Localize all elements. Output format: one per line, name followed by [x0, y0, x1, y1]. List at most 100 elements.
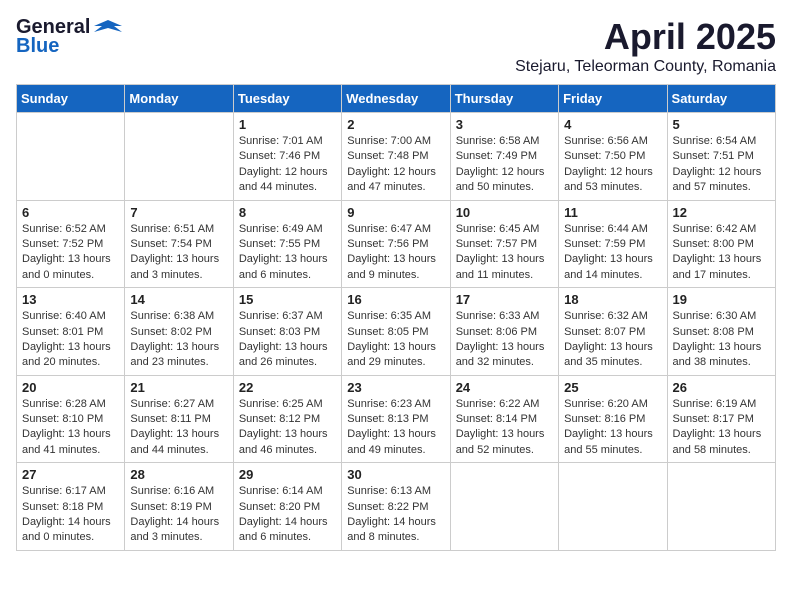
title-block: April 2025 Stejaru, Teleorman County, Ro… [515, 16, 776, 76]
calendar-week-2: 6 Sunrise: 6:52 AMSunset: 7:52 PMDaylight… [17, 200, 776, 288]
day-info: Sunrise: 6:58 AMSunset: 7:49 PMDaylight:… [456, 134, 553, 196]
day-info: Sunrise: 6:56 AMSunset: 7:50 PMDaylight:… [564, 134, 661, 196]
calendar-cell: 20Sunrise: 6:28 AMSunset: 8:10 PMDayligh… [17, 375, 125, 463]
calendar-cell: 28 Sunrise: 6:16 AMSunset: 8:19 PMDayligh… [125, 463, 233, 551]
calendar-cell: 18 Sunrise: 6:32 AMSunset: 8:07 PMDayligh… [559, 288, 667, 376]
calendar-week-3: 13 Sunrise: 6:40 AMSunset: 8:01 PMDayligh… [17, 288, 776, 376]
day-info: Sunrise: 6:14 AMSunset: 8:20 PMDaylight:… [239, 484, 336, 546]
calendar-cell: 3 Sunrise: 6:58 AMSunset: 7:49 PMDaylight… [450, 113, 558, 201]
day-info: Sunrise: 6:22 AMSunset: 8:14 PMDaylight:… [456, 397, 553, 459]
day-info: Sunrise: 6:27 AMSunset: 8:11 PMDaylight:… [130, 397, 227, 459]
calendar-cell: 6 Sunrise: 6:52 AMSunset: 7:52 PMDaylight… [17, 200, 125, 288]
day-number: 30 [347, 467, 444, 482]
calendar-cell [667, 463, 775, 551]
day-info: Sunrise: 6:40 AMSunset: 8:01 PMDaylight:… [22, 309, 119, 371]
day-info: Sunrise: 6:42 AMSunset: 8:00 PMDaylight:… [673, 222, 770, 284]
calendar-cell: 11 Sunrise: 6:44 AMSunset: 7:59 PMDayligh… [559, 200, 667, 288]
calendar-cell: 23 Sunrise: 6:23 AMSunset: 8:13 PMDayligh… [342, 375, 450, 463]
day-number: 25 [564, 380, 661, 395]
calendar-cell: 25 Sunrise: 6:20 AMSunset: 8:16 PMDayligh… [559, 375, 667, 463]
calendar-cell: 24 Sunrise: 6:22 AMSunset: 8:14 PMDayligh… [450, 375, 558, 463]
calendar-cell: 26 Sunrise: 6:19 AMSunset: 8:17 PMDayligh… [667, 375, 775, 463]
column-header-wednesday: Wednesday [342, 85, 450, 113]
day-info: Sunrise: 6:13 AMSunset: 8:22 PMDaylight:… [347, 484, 444, 546]
column-header-thursday: Thursday [450, 85, 558, 113]
day-info: Sunrise: 6:51 AMSunset: 7:54 PMDaylight:… [130, 222, 227, 284]
calendar-week-5: 27 Sunrise: 6:17 AMSunset: 8:18 PMDayligh… [17, 463, 776, 551]
day-number: 6 [22, 205, 119, 220]
day-number: 21 [130, 380, 227, 395]
calendar-cell: 30 Sunrise: 6:13 AMSunset: 8:22 PMDayligh… [342, 463, 450, 551]
day-info: Sunrise: 6:44 AMSunset: 7:59 PMDaylight:… [564, 222, 661, 284]
calendar-cell: 4 Sunrise: 6:56 AMSunset: 7:50 PMDaylight… [559, 113, 667, 201]
day-number: 4 [564, 117, 661, 132]
calendar-cell: 14Sunrise: 6:38 AMSunset: 8:02 PMDayligh… [125, 288, 233, 376]
column-header-friday: Friday [559, 85, 667, 113]
day-number: 2 [347, 117, 444, 132]
calendar-cell: 15 Sunrise: 6:37 AMSunset: 8:03 PMDayligh… [233, 288, 341, 376]
day-number: 19 [673, 292, 770, 307]
day-info: Sunrise: 6:23 AMSunset: 8:13 PMDaylight:… [347, 397, 444, 459]
day-number: 7 [130, 205, 227, 220]
calendar-cell: 5 Sunrise: 6:54 AMSunset: 7:51 PMDaylight… [667, 113, 775, 201]
day-info: Sunrise: 6:19 AMSunset: 8:17 PMDaylight:… [673, 397, 770, 459]
logo-bird-icon [94, 18, 122, 38]
day-number: 15 [239, 292, 336, 307]
day-number: 16 [347, 292, 444, 307]
day-info: Sunrise: 6:33 AMSunset: 8:06 PMDaylight:… [456, 309, 553, 371]
day-number: 3 [456, 117, 553, 132]
day-number: 13 [22, 292, 119, 307]
calendar-header-row: SundayMondayTuesdayWednesdayThursdayFrid… [17, 85, 776, 113]
page-header: General Blue April 2025 Stejaru, Teleorm… [16, 16, 776, 76]
day-number: 18 [564, 292, 661, 307]
day-info: Sunrise: 6:20 AMSunset: 8:16 PMDaylight:… [564, 397, 661, 459]
calendar-cell: 27 Sunrise: 6:17 AMSunset: 8:18 PMDayligh… [17, 463, 125, 551]
day-info: Sunrise: 6:17 AMSunset: 8:18 PMDaylight:… [22, 484, 119, 546]
calendar-cell: 29 Sunrise: 6:14 AMSunset: 8:20 PMDayligh… [233, 463, 341, 551]
day-number: 5 [673, 117, 770, 132]
day-info: Sunrise: 6:30 AMSunset: 8:08 PMDaylight:… [673, 309, 770, 371]
day-number: 24 [456, 380, 553, 395]
day-number: 22 [239, 380, 336, 395]
day-info: Sunrise: 6:35 AMSunset: 8:05 PMDaylight:… [347, 309, 444, 371]
day-number: 28 [130, 467, 227, 482]
day-info: Sunrise: 6:45 AMSunset: 7:57 PMDaylight:… [456, 222, 553, 284]
column-header-saturday: Saturday [667, 85, 775, 113]
day-number: 12 [673, 205, 770, 220]
day-info: Sunrise: 6:54 AMSunset: 7:51 PMDaylight:… [673, 134, 770, 196]
day-number: 11 [564, 205, 661, 220]
day-number: 17 [456, 292, 553, 307]
day-info: Sunrise: 6:16 AMSunset: 8:19 PMDaylight:… [130, 484, 227, 546]
day-info: Sunrise: 6:37 AMSunset: 8:03 PMDaylight:… [239, 309, 336, 371]
calendar-cell: 17 Sunrise: 6:33 AMSunset: 8:06 PMDayligh… [450, 288, 558, 376]
day-info: Sunrise: 6:28 AMSunset: 8:10 PMDaylight:… [22, 397, 119, 459]
calendar-week-4: 20Sunrise: 6:28 AMSunset: 8:10 PMDayligh… [17, 375, 776, 463]
day-number: 8 [239, 205, 336, 220]
column-header-tuesday: Tuesday [233, 85, 341, 113]
day-number: 27 [22, 467, 119, 482]
day-info: Sunrise: 6:52 AMSunset: 7:52 PMDaylight:… [22, 222, 119, 284]
day-info: Sunrise: 6:47 AMSunset: 7:56 PMDaylight:… [347, 222, 444, 284]
calendar-cell: 2 Sunrise: 7:00 AMSunset: 7:48 PMDaylight… [342, 113, 450, 201]
day-number: 9 [347, 205, 444, 220]
calendar-cell [559, 463, 667, 551]
calendar-cell [125, 113, 233, 201]
calendar-cell: 1Sunrise: 7:01 AMSunset: 7:46 PMDaylight… [233, 113, 341, 201]
calendar-cell: 12 Sunrise: 6:42 AMSunset: 8:00 PMDayligh… [667, 200, 775, 288]
calendar-cell [17, 113, 125, 201]
calendar-cell: 21 Sunrise: 6:27 AMSunset: 8:11 PMDayligh… [125, 375, 233, 463]
calendar-cell: 16 Sunrise: 6:35 AMSunset: 8:05 PMDayligh… [342, 288, 450, 376]
day-info: Sunrise: 7:00 AMSunset: 7:48 PMDaylight:… [347, 134, 444, 196]
calendar-cell: 7 Sunrise: 6:51 AMSunset: 7:54 PMDaylight… [125, 200, 233, 288]
day-info: Sunrise: 6:49 AMSunset: 7:55 PMDaylight:… [239, 222, 336, 284]
day-number: 29 [239, 467, 336, 482]
day-number: 23 [347, 380, 444, 395]
day-info: Sunrise: 6:32 AMSunset: 8:07 PMDaylight:… [564, 309, 661, 371]
calendar-cell: 13 Sunrise: 6:40 AMSunset: 8:01 PMDayligh… [17, 288, 125, 376]
calendar-cell [450, 463, 558, 551]
day-info: Sunrise: 6:38 AMSunset: 8:02 PMDaylight:… [130, 309, 227, 371]
calendar-cell: 22Sunrise: 6:25 AMSunset: 8:12 PMDayligh… [233, 375, 341, 463]
calendar-cell: 19 Sunrise: 6:30 AMSunset: 8:08 PMDayligh… [667, 288, 775, 376]
day-number: 26 [673, 380, 770, 395]
logo: General Blue [16, 16, 122, 58]
